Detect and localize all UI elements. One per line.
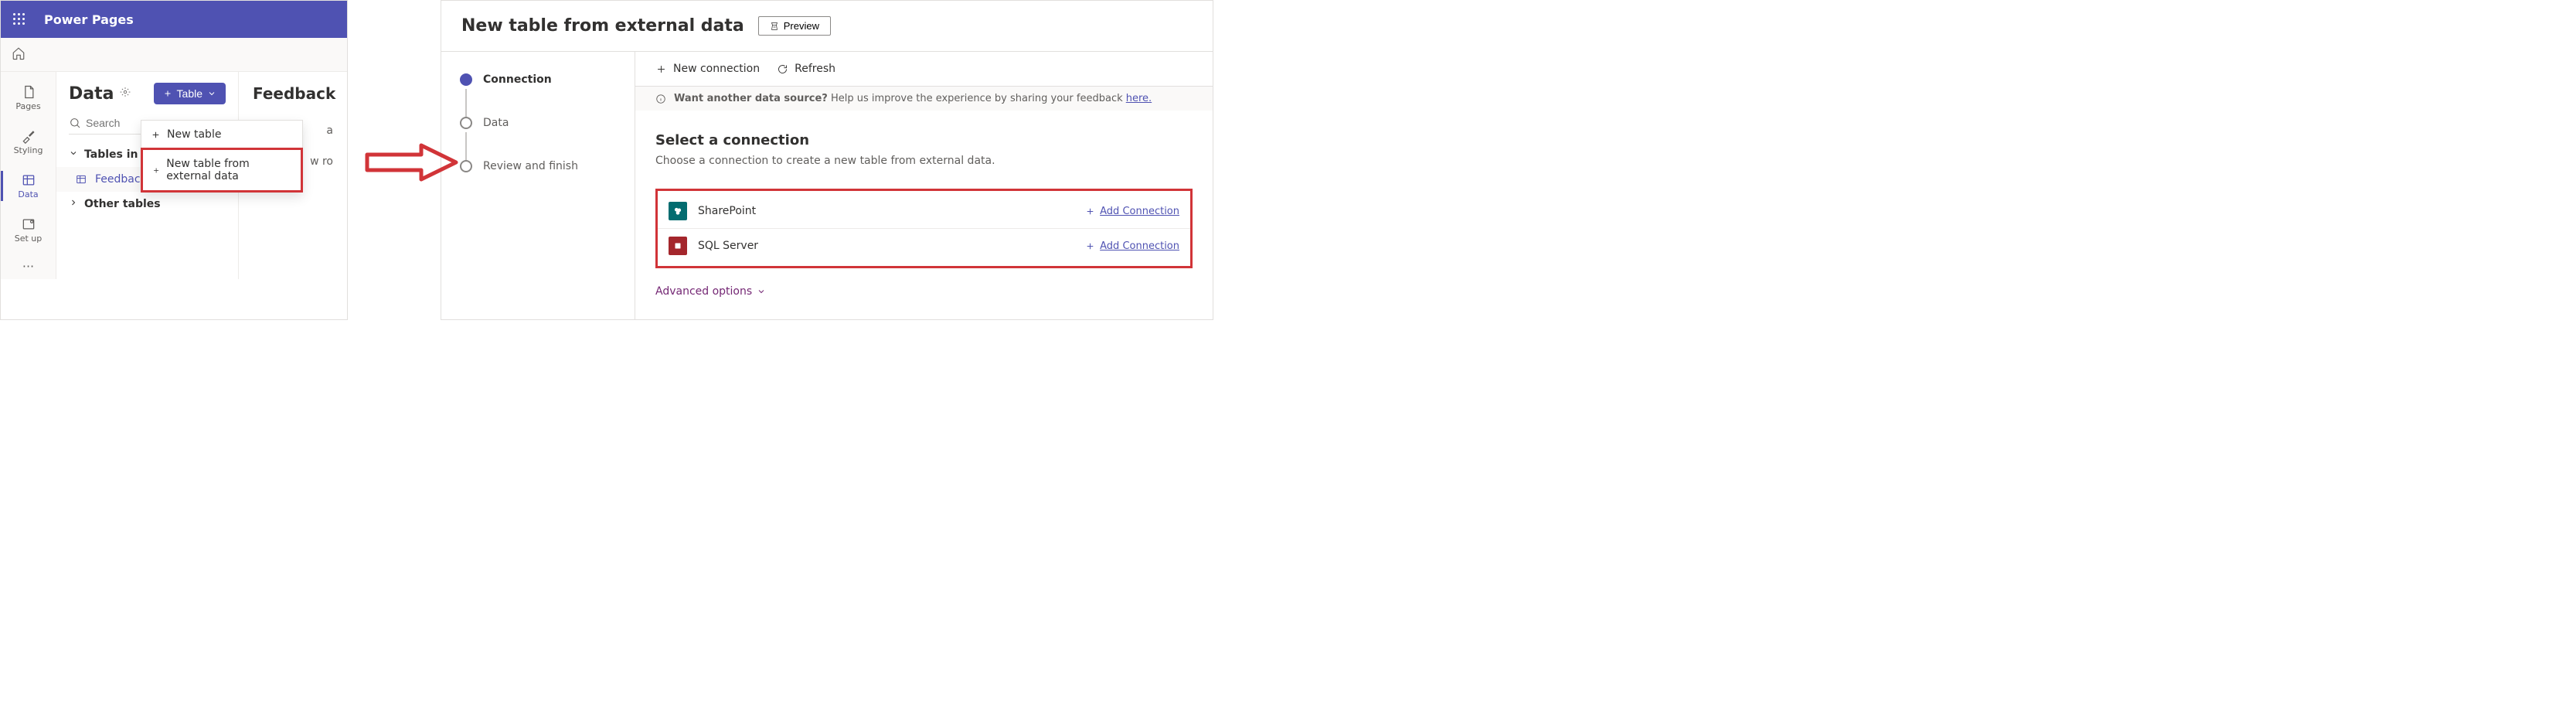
wizard-title: New table from external data bbox=[461, 16, 744, 36]
step-dot-icon bbox=[460, 117, 472, 129]
wizard-header: New table from external data Preview bbox=[441, 1, 1213, 52]
section-label: Other tables bbox=[84, 198, 161, 210]
table-button-label: Table bbox=[177, 87, 202, 100]
data-title: Data bbox=[69, 84, 114, 104]
ellipsis-icon: ··· bbox=[22, 261, 34, 273]
chevron-down-icon bbox=[207, 89, 216, 98]
connection-name: SQL Server bbox=[698, 240, 758, 252]
select-connection-subtitle: Choose a connection to create a new tabl… bbox=[655, 155, 1193, 167]
connections-list: SharePoint Add Connection SQL Server bbox=[655, 189, 1193, 268]
add-connection-link[interactable]: Add Connection bbox=[1085, 206, 1179, 217]
advanced-label: Advanced options bbox=[655, 285, 752, 298]
rail-label: Set up bbox=[15, 233, 43, 244]
step-connection[interactable]: Connection bbox=[460, 73, 616, 117]
info-icon bbox=[655, 94, 666, 104]
left-rail: Pages Styling Data Set up ··· bbox=[1, 72, 56, 279]
wizard-panel: New table from external data Preview Con… bbox=[441, 0, 1213, 320]
step-label: Connection bbox=[483, 73, 552, 86]
new-connection-button[interactable]: New connection bbox=[655, 63, 760, 75]
home-icon[interactable] bbox=[12, 46, 26, 63]
sharepoint-icon bbox=[669, 202, 687, 220]
rail-item-styling[interactable]: Styling bbox=[1, 122, 56, 162]
dropdown-label: New table bbox=[167, 128, 221, 141]
step-data[interactable]: Data bbox=[460, 117, 616, 160]
preview-button[interactable]: Preview bbox=[758, 16, 831, 36]
steps-column: Connection Data Review and finish bbox=[441, 52, 635, 319]
gear-icon[interactable] bbox=[120, 87, 131, 101]
left-app-panel: Power Pages Pages Styling Data Set up bbox=[0, 0, 348, 320]
search-icon bbox=[69, 117, 81, 129]
info-text: Help us improve the experience by sharin… bbox=[831, 93, 1126, 104]
step-review[interactable]: Review and finish bbox=[460, 160, 616, 172]
rail-label: Data bbox=[18, 189, 38, 199]
data-pane: Data Table New table bbox=[56, 72, 238, 279]
dropdown-label: New table from external data bbox=[166, 158, 291, 182]
chevron-right-icon bbox=[69, 198, 78, 210]
wizard-body: Connection Data Review and finish New co… bbox=[441, 52, 1213, 319]
add-connection-label: Add Connection bbox=[1100, 240, 1179, 252]
main-title: Feedback bbox=[253, 84, 333, 103]
rail-label: Pages bbox=[15, 101, 40, 111]
advanced-options-toggle[interactable]: Advanced options bbox=[655, 285, 1193, 298]
table-name: Feedback bbox=[95, 173, 147, 186]
app-header: Power Pages bbox=[1, 1, 347, 38]
rail-item-pages[interactable]: Pages bbox=[1, 78, 56, 118]
chevron-down-icon bbox=[69, 148, 78, 161]
cmd-label: New connection bbox=[673, 63, 760, 75]
step-dot-icon bbox=[460, 160, 472, 172]
dropdown-new-table-external[interactable]: New table from external data bbox=[141, 148, 303, 193]
connection-name: SharePoint bbox=[698, 205, 756, 217]
rail-item-data[interactable]: Data bbox=[1, 166, 56, 206]
chevron-down-icon bbox=[757, 287, 766, 296]
select-connection-title: Select a connection bbox=[655, 132, 1193, 148]
rail-label: Styling bbox=[14, 145, 43, 155]
preview-label: Preview bbox=[784, 20, 819, 32]
table-button[interactable]: Table bbox=[154, 83, 226, 104]
info-link[interactable]: here. bbox=[1126, 93, 1152, 104]
step-label: Review and finish bbox=[483, 160, 578, 172]
table-dropdown: New table New table from external data bbox=[141, 120, 303, 193]
connection-row-sharepoint[interactable]: SharePoint Add Connection bbox=[658, 194, 1190, 229]
app-launcher-button[interactable] bbox=[1, 1, 38, 38]
cmd-label: Refresh bbox=[795, 63, 835, 75]
add-connection-link[interactable]: Add Connection bbox=[1085, 240, 1179, 252]
info-bar: Want another data source? Help us improv… bbox=[635, 87, 1213, 111]
content-column: New connection Refresh Want another data… bbox=[635, 52, 1213, 319]
step-label: Data bbox=[483, 117, 509, 129]
connection-row-sqlserver[interactable]: SQL Server Add Connection bbox=[658, 229, 1190, 263]
refresh-button[interactable]: Refresh bbox=[777, 63, 835, 75]
body-row: Pages Styling Data Set up ··· Data bbox=[1, 72, 347, 279]
dropdown-new-table[interactable]: New table bbox=[141, 121, 302, 148]
table-icon bbox=[75, 173, 87, 186]
connection-area: Select a connection Choose a connection … bbox=[635, 111, 1213, 319]
app-title: Power Pages bbox=[38, 12, 134, 27]
add-connection-label: Add Connection bbox=[1100, 206, 1179, 217]
rail-item-more[interactable]: ··· bbox=[1, 254, 56, 279]
callout-arrow bbox=[363, 139, 464, 186]
info-bold: Want another data source? bbox=[674, 93, 828, 104]
sqlserver-icon bbox=[669, 237, 687, 255]
breadcrumb-bar bbox=[1, 38, 347, 72]
rail-item-setup[interactable]: Set up bbox=[1, 210, 56, 250]
command-bar: New connection Refresh bbox=[635, 52, 1213, 87]
step-dot-icon bbox=[460, 73, 472, 86]
data-header: Data Table New table bbox=[56, 72, 238, 112]
section-other-tables[interactable]: Other tables bbox=[56, 192, 238, 216]
